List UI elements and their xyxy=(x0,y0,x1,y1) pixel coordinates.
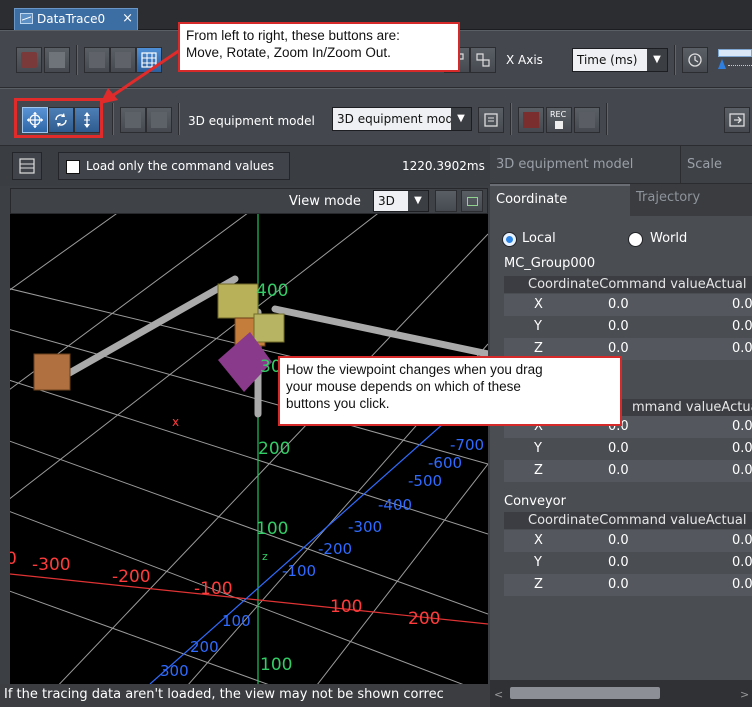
callout-line: Move, Rotate, Zoom In/Zoom Out. xyxy=(186,45,391,60)
callout-viewpoint: How the viewpoint changes when you drag … xyxy=(278,356,622,426)
callout-line: From left to right, these buttons are: xyxy=(186,28,400,43)
callout-buttons: From left to right, these buttons are: M… xyxy=(178,22,460,72)
callout-line: How the viewpoint changes when you drag xyxy=(286,362,543,377)
callout-line: buttons you click. xyxy=(286,396,390,411)
callout-line: your mouse depends on which of these xyxy=(286,379,521,394)
callout-arrow xyxy=(100,48,181,104)
app-window: DataTrace0 × X Axis Time (ms) ▼ 3D equip… xyxy=(0,0,752,707)
